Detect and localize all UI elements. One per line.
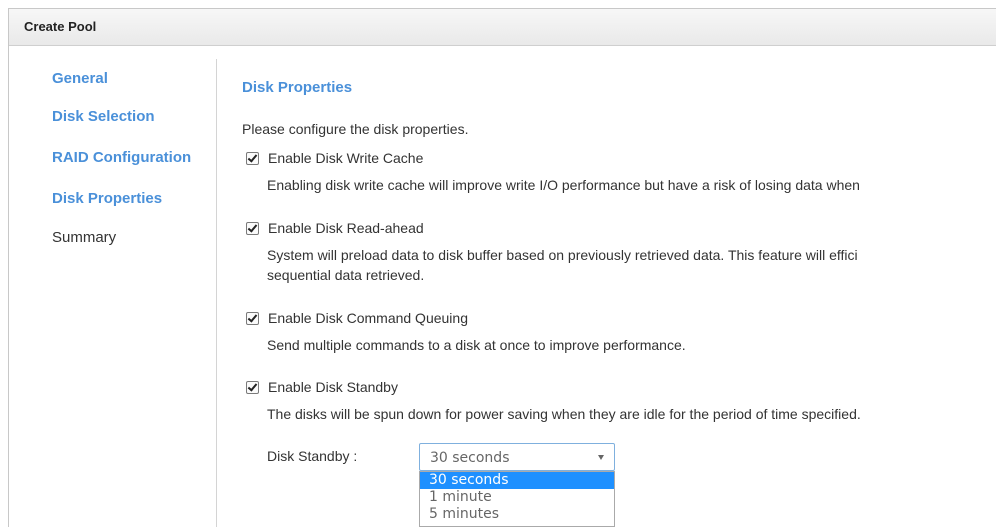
command-queuing-label: Enable Disk Command Queuing (268, 310, 468, 326)
standby-checkbox[interactable] (246, 380, 259, 394)
chevron-down-icon (598, 455, 604, 460)
standby-option[interactable]: Enable Disk Standby (246, 379, 398, 395)
read-ahead-option[interactable]: Enable Disk Read-ahead (246, 220, 424, 236)
dialog-titlebar: Create Pool (9, 9, 996, 46)
section-title: Disk Properties (242, 79, 353, 96)
disk-standby-selected-value: 30 seconds (430, 450, 510, 466)
standby-description: The disks will be spun down for power sa… (267, 406, 861, 422)
disk-properties-panel: Disk Properties Please configure the dis… (242, 45, 996, 527)
disk-standby-select[interactable]: 30 seconds (419, 443, 615, 471)
sidebar-item-general[interactable]: General (52, 70, 108, 87)
dropdown-option[interactable]: 1 minute (420, 489, 614, 506)
sidebar-item-disk-properties[interactable]: Disk Properties (52, 190, 162, 207)
read-ahead-description-line2: sequential data retrieved. (267, 267, 425, 283)
read-ahead-label: Enable Disk Read-ahead (268, 220, 424, 236)
dialog-title: Create Pool (24, 19, 97, 34)
read-ahead-description: System will preload data to disk buffer … (267, 247, 858, 263)
write-cache-option[interactable]: Enable Disk Write Cache (246, 150, 423, 166)
command-queuing-option[interactable]: Enable Disk Command Queuing (246, 310, 468, 326)
command-queuing-checkbox[interactable] (246, 311, 259, 325)
dropdown-option[interactable]: 5 minutes (420, 506, 614, 523)
sidebar-divider (216, 59, 217, 527)
write-cache-description: Enabling disk write cache will improve w… (267, 177, 860, 193)
sidebar-item-raid-configuration[interactable]: RAID Configuration (52, 149, 191, 166)
read-ahead-checkbox[interactable] (246, 221, 259, 235)
disk-standby-label: Disk Standby : (267, 448, 358, 464)
sidebar-item-disk-selection[interactable]: Disk Selection (52, 108, 155, 125)
standby-label: Enable Disk Standby (268, 379, 398, 395)
wizard-sidebar: General Disk Selection RAID Configuratio… (9, 45, 216, 527)
write-cache-checkbox[interactable] (246, 151, 259, 165)
sidebar-item-summary: Summary (52, 229, 117, 246)
command-queuing-description: Send multiple commands to a disk at once… (267, 337, 686, 353)
write-cache-label: Enable Disk Write Cache (268, 150, 424, 166)
create-pool-dialog: Create Pool General Disk Selection RAID … (8, 8, 996, 527)
intro-text: Please configure the disk properties. (242, 121, 469, 137)
disk-standby-dropdown: 30 seconds 1 minute 5 minutes (419, 471, 615, 527)
dropdown-option[interactable]: 30 seconds (420, 472, 614, 489)
